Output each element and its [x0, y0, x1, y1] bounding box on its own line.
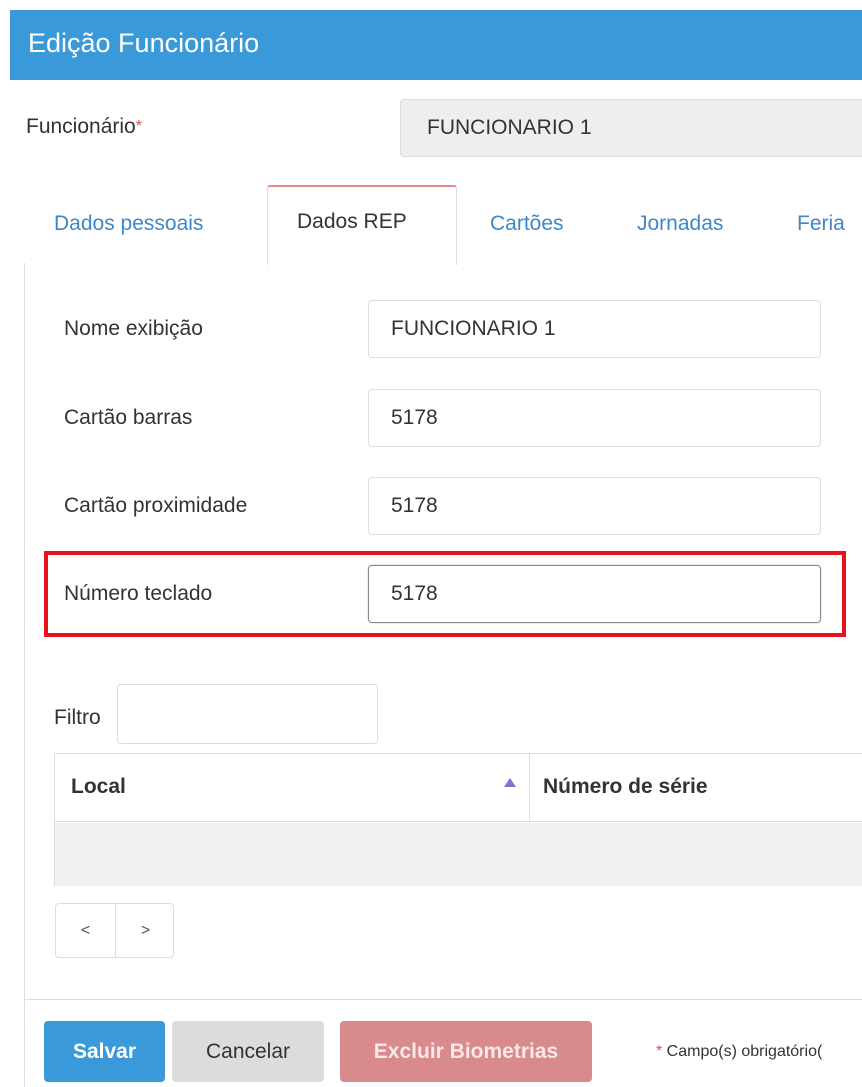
footer-divider — [24, 999, 862, 1000]
pager-prev-button[interactable]: < — [56, 904, 115, 957]
tab-jornadas[interactable]: Jornadas — [637, 210, 723, 238]
pager: < > — [55, 903, 174, 958]
proximity-card-input[interactable]: 5178 — [368, 477, 821, 535]
display-name-input[interactable]: FUNCIONARIO 1 — [368, 300, 821, 358]
rep-grid: Local Número de série — [54, 753, 862, 886]
sort-ascending-icon[interactable] — [504, 778, 516, 787]
tab-dados-pessoais[interactable]: Dados pessoais — [54, 210, 203, 238]
grid-column-divider — [529, 754, 530, 822]
employee-label: Funcionário* — [26, 113, 142, 143]
proximity-card-label: Cartão proximidade — [64, 494, 248, 517]
required-mark: * — [135, 118, 142, 135]
filter-input[interactable] — [117, 684, 378, 744]
keypad-number-label: Número teclado — [64, 582, 213, 605]
tab-dados-rep[interactable]: Dados REP — [267, 185, 457, 265]
display-name-value: FUNCIONARIO 1 — [391, 317, 556, 340]
barcode-card-input[interactable]: 5178 — [368, 389, 821, 447]
employee-field-value: FUNCIONARIO 1 — [427, 116, 592, 139]
grid-column-local[interactable]: Local — [71, 773, 126, 801]
cancel-button[interactable]: Cancelar — [172, 1021, 324, 1082]
delete-biometrics-button[interactable]: Excluir Biometrias — [340, 1021, 592, 1082]
required-fields-note: * Campo(s) obrigatório( — [656, 1041, 822, 1063]
tab-content-panel — [24, 263, 862, 1087]
employee-field: FUNCIONARIO 1 — [400, 99, 862, 157]
page-title: Edição Funcionário — [28, 28, 260, 58]
pager-next-button[interactable]: > — [116, 904, 175, 957]
header-bar: Edição Funcionário — [10, 10, 862, 80]
keypad-number-value: 5178 — [391, 582, 438, 605]
save-button[interactable]: Salvar — [44, 1021, 165, 1082]
keypad-number-input[interactable]: 5178 — [368, 565, 821, 623]
employee-label-text: Funcionário — [26, 115, 136, 138]
edit-employee-page: Edição Funcionário Funcionário* FUNCIONA… — [0, 0, 862, 1087]
tab-dados-rep-label: Dados REP — [297, 210, 407, 233]
barcode-card-label: Cartão barras — [64, 406, 193, 429]
grid-column-serial-number[interactable]: Número de série — [543, 773, 708, 801]
required-note-text: Campo(s) obrigatório( — [662, 1043, 823, 1060]
grid-body-empty — [55, 823, 862, 886]
filter-label: Filtro — [54, 706, 101, 729]
display-name-label: Nome exibição — [64, 317, 203, 340]
proximity-card-value: 5178 — [391, 494, 438, 517]
tab-cartoes[interactable]: Cartões — [490, 210, 564, 238]
tab-ferias[interactable]: Feria — [797, 210, 845, 238]
barcode-card-value: 5178 — [391, 406, 438, 429]
grid-header: Local Número de série — [55, 754, 862, 822]
